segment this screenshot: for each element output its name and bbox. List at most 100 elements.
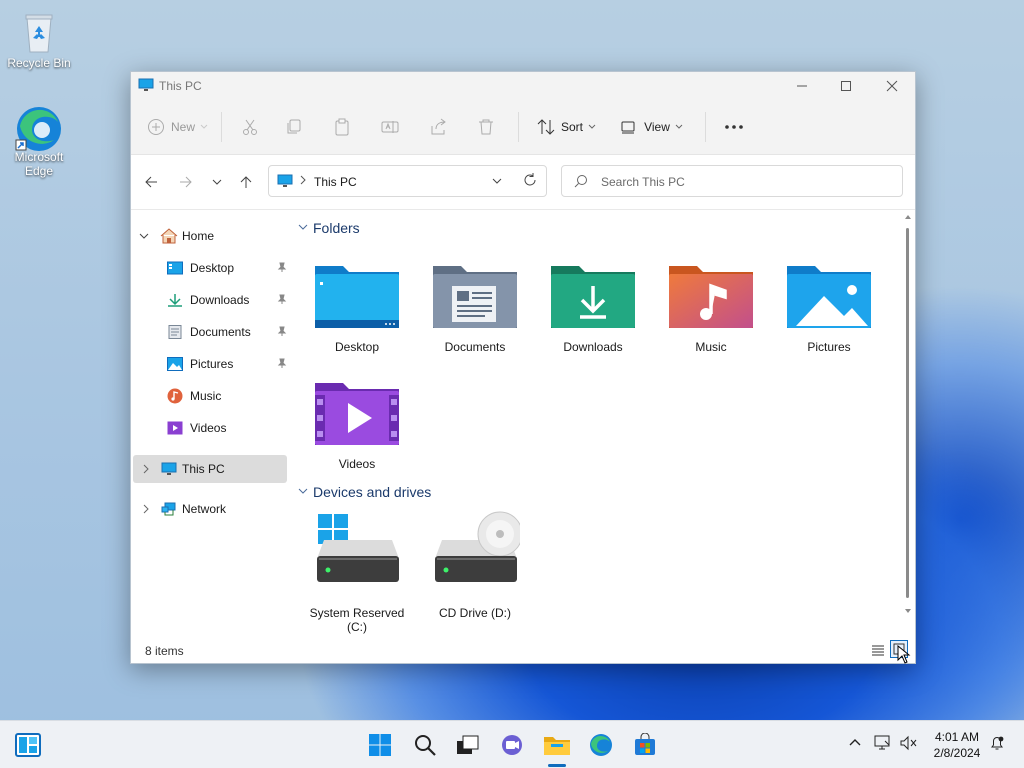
group-header-devices[interactable]: Devices and drives: [297, 484, 431, 500]
network-tray-button[interactable]: [874, 735, 892, 754]
back-button[interactable]: [141, 172, 161, 192]
scroll-up-icon: [905, 215, 911, 219]
refresh-button[interactable]: [523, 173, 537, 190]
folder-tile-downloads[interactable]: Downloads: [538, 258, 648, 354]
sidebar-item-network[interactable]: Network: [131, 495, 287, 523]
sidebar-item-label: Desktop: [190, 261, 235, 275]
this-pc-icon: [161, 462, 177, 475]
sidebar-item-pictures[interactable]: Pictures: [167, 350, 287, 378]
widgets-button[interactable]: [14, 731, 42, 759]
breadcrumb[interactable]: This PC: [314, 175, 357, 189]
recycle-bin-icon: [17, 10, 61, 54]
edge-taskbar-button[interactable]: [587, 731, 615, 759]
cut-button[interactable]: [230, 111, 270, 143]
sidebar-item-documents[interactable]: Documents: [167, 318, 287, 346]
folder-tile-label: Videos: [338, 457, 376, 471]
sort-button[interactable]: Sort: [527, 111, 607, 143]
sidebar-item-home[interactable]: Home: [131, 222, 287, 250]
toolbar-divider: [705, 112, 706, 142]
address-history-dropdown[interactable]: [491, 176, 503, 190]
chat-icon: [502, 735, 522, 755]
chat-button[interactable]: [498, 731, 526, 759]
item-count: 8 items: [145, 644, 184, 658]
show-hidden-icons-button[interactable]: [848, 735, 862, 752]
windows-logo-icon: [369, 734, 391, 756]
window-title: This PC: [159, 79, 202, 93]
taskbar: 4:01 AM 2/8/2024: [0, 720, 1024, 768]
share-button[interactable]: [414, 111, 462, 143]
content-pane: Folders Desktop Documents Downloads Musi…: [291, 210, 901, 638]
download-icon: [168, 294, 182, 307]
notification-bell-icon: [991, 736, 1004, 750]
plus-circle-icon: [147, 119, 164, 135]
chevron-right-icon: [143, 504, 149, 514]
task-view-button[interactable]: [454, 731, 482, 759]
sidebar-item-this-pc[interactable]: This PC: [133, 455, 287, 483]
title-bar[interactable]: This PC: [131, 72, 915, 100]
navigation-pane: Home Desktop Downloads Documents Picture…: [131, 210, 287, 638]
search-taskbar-button[interactable]: [411, 731, 439, 759]
folder-tile-pictures[interactable]: Pictures: [774, 258, 884, 354]
recent-locations-button[interactable]: [207, 172, 227, 192]
toolbar-divider: [221, 112, 222, 142]
rename-button[interactable]: [366, 111, 414, 143]
command-bar: New Sort View: [131, 100, 915, 155]
active-indicator: [548, 764, 566, 767]
status-bar: 8 items: [131, 639, 915, 664]
sidebar-item-music[interactable]: Music: [167, 382, 287, 410]
document-icon: [168, 325, 182, 339]
trash-icon: [479, 119, 493, 135]
music-icon: [167, 388, 183, 404]
chevron-down-icon: [212, 179, 222, 185]
group-header-folders[interactable]: Folders: [297, 220, 360, 236]
vertical-scrollbar[interactable]: [905, 214, 911, 614]
forward-button[interactable]: [176, 172, 196, 192]
start-button[interactable]: [366, 731, 394, 759]
group-header-label: Folders: [313, 220, 360, 236]
details-view-button[interactable]: [871, 644, 885, 659]
this-pc-icon: [138, 78, 154, 95]
store-taskbar-button[interactable]: [631, 731, 659, 759]
sidebar-item-downloads[interactable]: Downloads: [167, 286, 287, 314]
notifications-button[interactable]: [989, 735, 1005, 754]
paste-button[interactable]: [318, 111, 366, 143]
windows-drive-icon: [312, 510, 402, 590]
desktop-icon-edge[interactable]: Microsoft Edge: [4, 104, 74, 178]
pictures-icon: [167, 357, 183, 371]
scissors-icon: [243, 119, 257, 135]
sidebar-item-desktop[interactable]: Desktop: [167, 254, 287, 282]
sidebar-item-label: Videos: [190, 421, 227, 435]
copy-button[interactable]: [270, 111, 318, 143]
desktop-icon-recycle-bin[interactable]: Recycle Bin: [4, 10, 74, 70]
sidebar-item-label: Home: [182, 229, 215, 243]
file-explorer-window: This PC New Sort View This PC Search Thi…: [130, 71, 916, 664]
maximize-icon: [841, 81, 851, 91]
up-button[interactable]: [236, 172, 256, 192]
folder-tile-desktop[interactable]: Desktop: [302, 258, 412, 354]
sidebar-item-videos[interactable]: Videos: [167, 414, 287, 442]
volume-tray-button[interactable]: [900, 735, 918, 754]
view-label: View: [644, 120, 670, 134]
folder-tile-music[interactable]: Music: [656, 258, 766, 354]
scrollbar-thumb[interactable]: [906, 228, 909, 598]
view-icon: [621, 121, 635, 134]
chevron-down-icon: [675, 124, 683, 129]
drive-tile-c[interactable]: System Reserved (C:): [302, 510, 412, 634]
clock[interactable]: 4:01 AM 2/8/2024: [925, 729, 989, 761]
minimize-button[interactable]: [779, 72, 825, 100]
drive-tile-d[interactable]: CD Drive (D:): [420, 510, 530, 620]
new-button[interactable]: New: [143, 111, 213, 143]
search-box[interactable]: Search This PC: [561, 165, 903, 197]
music-folder-icon: [666, 258, 756, 332]
view-button[interactable]: View: [607, 111, 697, 143]
maximize-button[interactable]: [823, 72, 869, 100]
task-view-icon: [457, 735, 479, 754]
folder-tile-videos[interactable]: Videos: [302, 375, 412, 471]
delete-button[interactable]: [462, 111, 510, 143]
file-explorer-taskbar-button[interactable]: [542, 731, 572, 767]
address-bar[interactable]: This PC: [268, 165, 547, 197]
folder-tile-documents[interactable]: Documents: [420, 258, 530, 354]
close-button[interactable]: [869, 72, 915, 100]
folder-tile-label: Desktop: [334, 340, 380, 354]
more-options-button[interactable]: [714, 111, 754, 143]
